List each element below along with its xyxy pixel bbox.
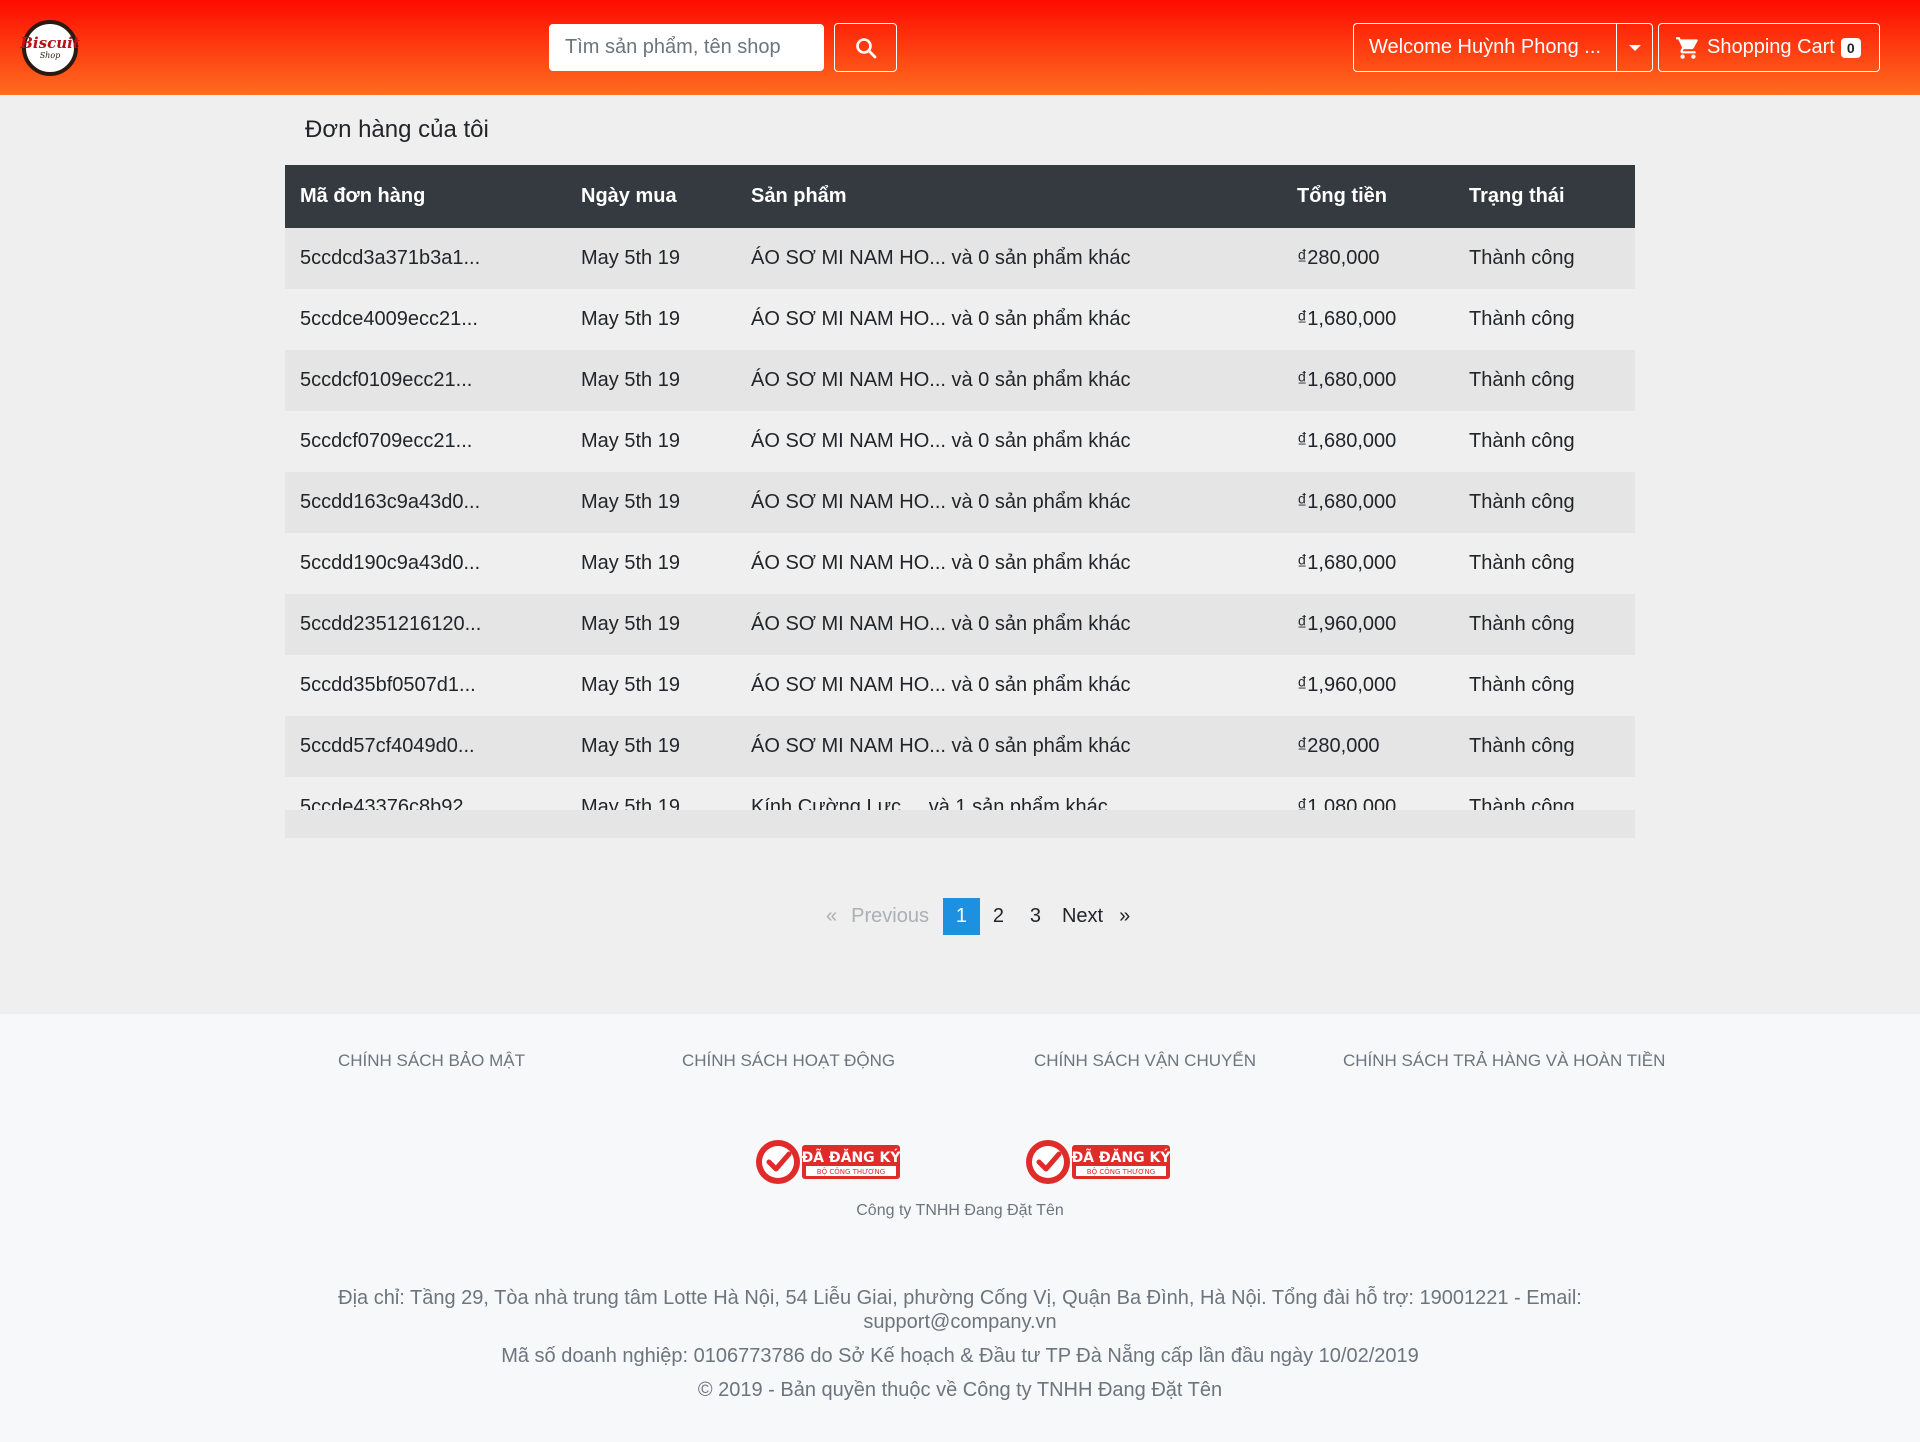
order-status: Thành công — [1454, 594, 1635, 655]
search-input[interactable] — [549, 24, 824, 71]
footer-business-code: Mã số doanh nghiệp: 0106773786 do Sở Kế … — [501, 1345, 1419, 1367]
order-status: Thành công — [1454, 350, 1635, 411]
order-product: ÁO SƠ MI NAM HO... và 0 sản phẩm khác — [736, 228, 1282, 289]
order-status: Thành công — [1454, 472, 1635, 533]
order-status: Thành công — [1454, 289, 1635, 350]
shopping-cart-button[interactable]: Shopping Cart 0 — [1658, 23, 1880, 72]
previous-arrow: « — [826, 905, 838, 927]
header-product: Sản phẩm — [736, 165, 1282, 228]
chevron-down-icon — [1628, 44, 1641, 51]
order-status: Thành công — [1454, 533, 1635, 594]
order-date: May 5th 19 — [566, 594, 736, 655]
registered-badge-icon[interactable]: ĐÃ ĐĂNG KÝ BỘ CÔNG THƯƠNG — [1024, 1137, 1174, 1187]
order-id[interactable]: 5ccdd35bf0507d1... — [285, 655, 566, 716]
table-row[interactable]: 5ccdce4009ecc21... May 5th 19 ÁO SƠ MI N… — [285, 289, 1635, 350]
order-product: ÁO SƠ MI NAM HO... và 0 sản phẩm khác — [736, 411, 1282, 472]
order-total: ₫1,680,000 — [1282, 289, 1454, 350]
next-button[interactable]: Next — [1054, 898, 1119, 935]
order-date: May 5th 19 — [566, 411, 736, 472]
header-order-id: Mã đơn hàng — [285, 165, 566, 228]
page-button-2[interactable]: 2 — [980, 898, 1017, 935]
search-icon — [855, 37, 876, 58]
footer-link-returns[interactable]: CHÍNH SÁCH TRẢ HÀNG VÀ HOÀN TIỀN — [1343, 1051, 1665, 1071]
order-status: Thành công — [1454, 716, 1635, 777]
user-menu-button[interactable]: Welcome Huỳnh Phong ... — [1353, 23, 1617, 72]
page-button-3[interactable]: 3 — [1017, 898, 1054, 935]
site-header: Biscuit Shop Welcome Huỳnh Phong ... Sho… — [0, 0, 1920, 95]
order-date: May 5th 19 — [566, 289, 736, 350]
order-id[interactable]: 5ccdd2351216120... — [285, 594, 566, 655]
table-row[interactable]: 5ccdd190c9a43d0... May 5th 19 ÁO SƠ MI N… — [285, 533, 1635, 594]
footer-address: Địa chỉ: Tầng 29, Tòa nhà trung tâm Lott… — [338, 1287, 1582, 1333]
order-id[interactable]: 5ccdd190c9a43d0... — [285, 533, 566, 594]
orders-table: Mã đơn hàng Ngày mua Sản phẩm Tổng tiền … — [285, 165, 1635, 838]
order-total: ₫1,960,000 — [1282, 594, 1454, 655]
order-id[interactable]: 5ccdce4009ecc21... — [285, 289, 566, 350]
logo-small-text: Shop — [39, 51, 61, 60]
search-button[interactable] — [834, 23, 897, 72]
order-total: ₫1,680,000 — [1282, 533, 1454, 594]
order-total: ₫280,000 — [1282, 716, 1454, 777]
order-product: ÁO SƠ MI NAM HO... và 0 sản phẩm khác — [736, 716, 1282, 777]
table-header-row: Mã đơn hàng Ngày mua Sản phẩm Tổng tiền … — [285, 165, 1635, 228]
order-product: ÁO SƠ MI NAM HO... và 0 sản phẩm khác — [736, 472, 1282, 533]
registered-badge-icon[interactable]: ĐÃ ĐĂNG KÝ BỘ CÔNG THƯƠNG — [754, 1137, 904, 1187]
page-title: Đơn hàng của tôi — [305, 116, 489, 143]
logo-text: Biscuit — [20, 34, 80, 52]
order-id[interactable]: 5ccdcd3a371b3a1... — [285, 228, 566, 289]
order-total: ₫1,960,000 — [1282, 655, 1454, 716]
badge-title: ĐÃ ĐĂNG KÝ — [801, 1148, 901, 1166]
order-product: ÁO SƠ MI NAM HO... và 0 sản phẩm khác — [736, 594, 1282, 655]
table-row[interactable]: 5ccdcf0109ecc21... May 5th 19 ÁO SƠ MI N… — [285, 350, 1635, 411]
pagination: « Previous 1 2 3 Next » — [826, 898, 1130, 935]
previous-button[interactable]: Previous — [851, 898, 943, 935]
page-button-1[interactable]: 1 — [942, 898, 980, 935]
order-date: May 5th 19 — [566, 716, 736, 777]
footer-copyright: © 2019 - Bản quyền thuộc về Công ty TNHH… — [697, 1379, 1223, 1401]
order-product: ÁO SƠ MI NAM HO... và 0 sản phẩm khác — [736, 655, 1282, 716]
user-menu-toggle[interactable] — [1616, 23, 1653, 72]
footer-link-privacy[interactable]: CHÍNH SÁCH BẢO MẬT — [338, 1051, 525, 1071]
company-name: Công ty TNHH Đang Đặt Tên — [856, 1202, 1064, 1219]
table-row[interactable]: 5ccdcf0709ecc21... May 5th 19 ÁO SƠ MI N… — [285, 411, 1635, 472]
order-product: ÁO SƠ MI NAM HO... và 0 sản phẩm khác — [736, 289, 1282, 350]
order-date: May 5th 19 — [566, 350, 736, 411]
order-product: ÁO SƠ MI NAM HO... và 0 sản phẩm khác — [736, 350, 1282, 411]
table-row[interactable]: 5ccdd57cf4049d0... May 5th 19 ÁO SƠ MI N… — [285, 716, 1635, 777]
order-status: Thành công — [1454, 655, 1635, 716]
table-bottom-strip — [285, 810, 1635, 838]
order-id[interactable]: 5ccdcf0709ecc21... — [285, 411, 566, 472]
header-total: Tổng tiền — [1282, 165, 1454, 228]
order-status: Thành công — [1454, 411, 1635, 472]
shop-logo[interactable]: Biscuit Shop — [20, 20, 80, 76]
order-id[interactable]: 5ccdd163c9a43d0... — [285, 472, 566, 533]
order-total: ₫1,680,000 — [1282, 411, 1454, 472]
order-date: May 5th 19 — [566, 472, 736, 533]
order-id[interactable]: 5ccdcf0109ecc21... — [285, 350, 566, 411]
table-row[interactable]: 5ccdd163c9a43d0... May 5th 19 ÁO SƠ MI N… — [285, 472, 1635, 533]
header-status: Trạng thái — [1454, 165, 1635, 228]
badge-title: ĐÃ ĐĂNG KÝ — [1071, 1148, 1171, 1166]
order-status: Thành công — [1454, 228, 1635, 289]
footer-link-operations[interactable]: CHÍNH SÁCH HOẠT ĐỘNG — [682, 1051, 895, 1071]
order-total: ₫1,680,000 — [1282, 472, 1454, 533]
table-row[interactable]: 5ccdd35bf0507d1... May 5th 19 ÁO SƠ MI N… — [285, 655, 1635, 716]
next-arrow[interactable]: » — [1119, 898, 1130, 935]
badge-subtitle: BỘ CÔNG THƯƠNG — [817, 1167, 885, 1176]
cart-icon — [1676, 36, 1698, 59]
order-date: May 5th 19 — [566, 533, 736, 594]
cart-count-badge: 0 — [1840, 37, 1861, 58]
table-row[interactable]: 5ccdd2351216120... May 5th 19 ÁO SƠ MI N… — [285, 594, 1635, 655]
order-date: May 5th 19 — [566, 655, 736, 716]
order-total: ₫280,000 — [1282, 228, 1454, 289]
table-row[interactable]: 5ccdcd3a371b3a1... May 5th 19 ÁO SƠ MI N… — [285, 228, 1635, 289]
badge-subtitle: BỘ CÔNG THƯƠNG — [1087, 1167, 1155, 1176]
header-date: Ngày mua — [566, 165, 736, 228]
order-date: May 5th 19 — [566, 228, 736, 289]
order-total: ₫1,680,000 — [1282, 350, 1454, 411]
cart-label: Shopping Cart — [1707, 36, 1835, 58]
order-id[interactable]: 5ccdd57cf4049d0... — [285, 716, 566, 777]
footer-link-shipping[interactable]: CHÍNH SÁCH VẬN CHUYỂN — [1034, 1051, 1256, 1071]
order-product: ÁO SƠ MI NAM HO... và 0 sản phẩm khác — [736, 533, 1282, 594]
